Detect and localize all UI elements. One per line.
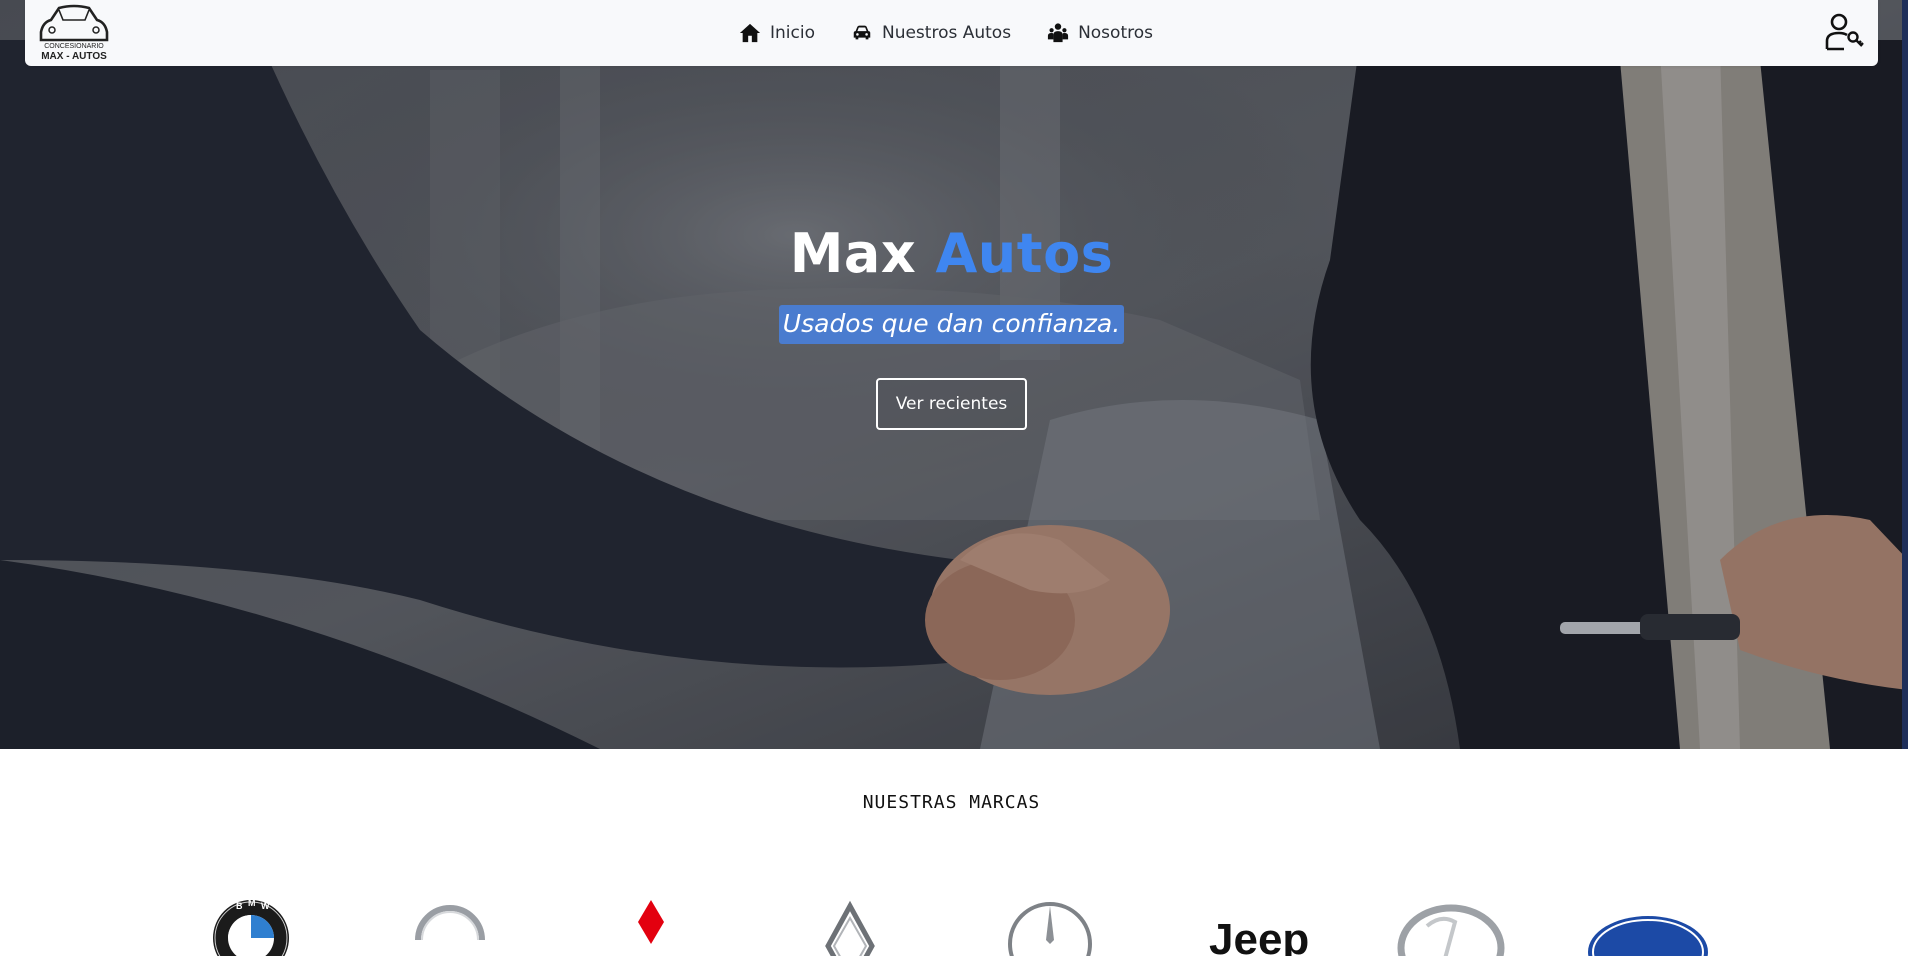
svg-text:B: B	[236, 901, 243, 911]
hero-title: Max Autos	[0, 222, 1903, 285]
hero-title-main: Max	[789, 222, 917, 285]
renault-logo[interactable]	[820, 896, 880, 956]
svg-text:CONCESIONARIO: CONCESIONARIO	[44, 43, 104, 50]
svg-text:M: M	[248, 898, 256, 908]
nav-nuestros-autos-label: Nuestros Autos	[881, 23, 1012, 43]
max-autos-logo[interactable]: CONCESIONARIO MAX - AUTOS	[37, 2, 111, 62]
nav-nuestros-autos[interactable]: Nuestros Autos	[851, 22, 1011, 44]
svg-text:MAX - AUTOS: MAX - AUTOS	[41, 51, 107, 62]
hero-section: Max Autos Usados que dan confianza. Ver …	[0, 0, 1908, 749]
user-key-icon[interactable]	[1824, 12, 1864, 52]
jeep-logo[interactable]: Jeep	[1205, 896, 1317, 956]
ford-logo[interactable]	[1585, 896, 1711, 956]
nissan-logo[interactable]	[410, 896, 490, 956]
hero-tagline-wrapper: Usados que dan confianza.	[0, 305, 1903, 344]
mercedes-logo[interactable]	[1007, 896, 1093, 956]
home-icon	[739, 23, 761, 43]
hyundai-logo[interactable]	[1397, 896, 1505, 956]
ver-recientes-button[interactable]: Ver recientes	[876, 378, 1027, 430]
nav-inicio[interactable]: Inicio	[739, 22, 815, 44]
page-scrollbar[interactable]	[1902, 0, 1908, 749]
navbar: CONCESIONARIO MAX - AUTOS Inicio Nuestro…	[25, 0, 1878, 66]
hero-overlay	[0, 0, 1908, 749]
bmw-logo[interactable]: B M W	[211, 896, 291, 956]
hero-tagline: Usados que dan confianza.	[778, 305, 1125, 344]
hero-title-accent: Autos	[935, 222, 1114, 285]
nav-links: Inicio Nuestros Autos Nosotros	[739, 0, 1153, 66]
nav-inicio-label: Inicio	[770, 23, 815, 43]
team-icon	[1047, 23, 1069, 43]
nav-nosotros[interactable]: Nosotros	[1047, 22, 1153, 44]
brands-title: NUESTRAS MARCAS	[862, 792, 1041, 813]
mitsubishi-logo[interactable]	[634, 896, 668, 956]
car-icon	[853, 25, 871, 40]
svg-text:Jeep: Jeep	[1209, 915, 1309, 956]
svg-text:W: W	[261, 901, 270, 911]
nav-nosotros-label: Nosotros	[1078, 23, 1153, 43]
